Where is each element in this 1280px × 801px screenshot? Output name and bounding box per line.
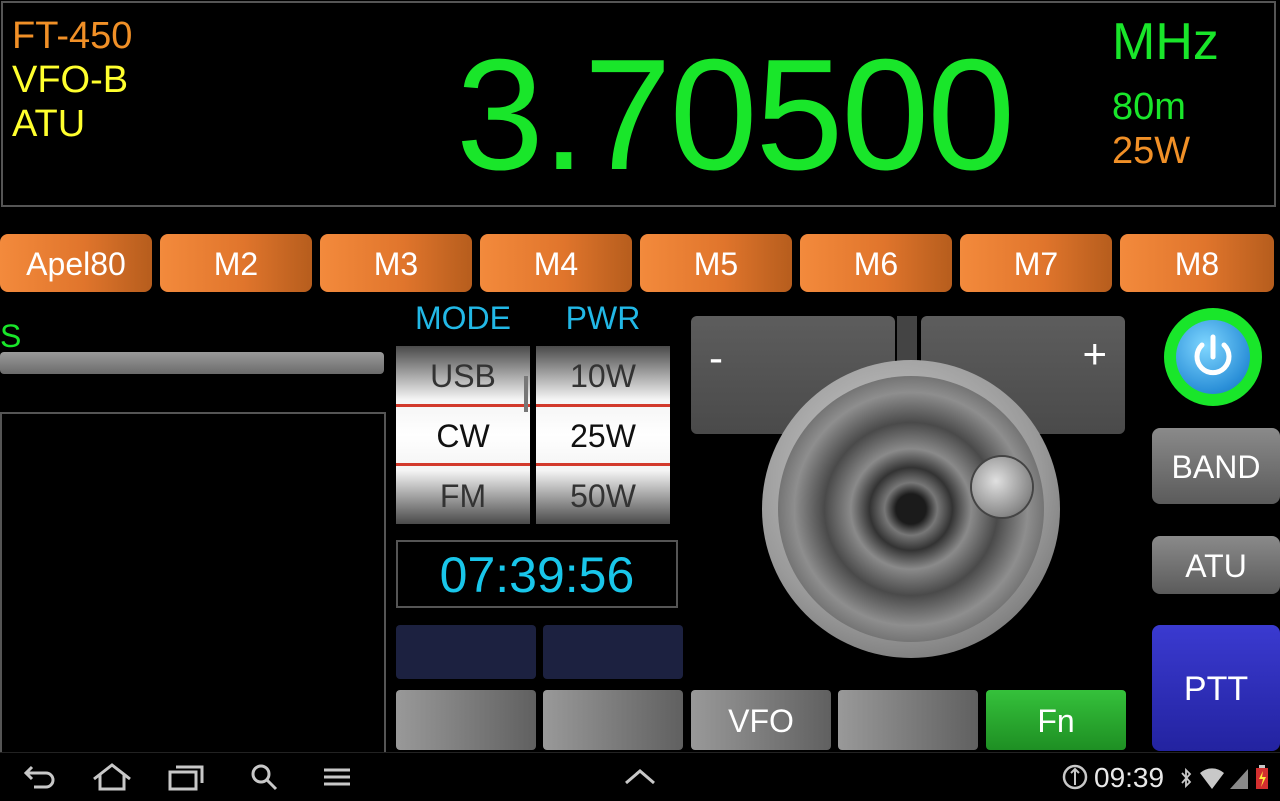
mode-header: MODE (415, 300, 511, 336)
back-icon[interactable] (22, 763, 56, 796)
knob-stem (897, 316, 917, 362)
system-navigation-bar: 09:39 (0, 752, 1280, 801)
s-meter-label: S (0, 318, 22, 354)
band-button[interactable]: BAND (1152, 428, 1280, 504)
memory-button-3[interactable]: M3 (320, 234, 472, 292)
pwr-option-10w[interactable]: 10W (536, 358, 670, 395)
blank-slot-1[interactable] (396, 625, 536, 679)
battery-icon (1254, 763, 1270, 796)
memory-button-5[interactable]: M5 (640, 234, 792, 292)
frequency-readout: 3.70500 (456, 27, 1015, 203)
clock-display: 07:39:56 (396, 540, 678, 608)
blank-slot-2[interactable] (543, 625, 683, 679)
wifi-icon (1198, 763, 1226, 796)
signal-icon (1228, 763, 1250, 796)
picker-divider (536, 463, 670, 466)
picker-divider (536, 404, 670, 407)
memory-button-4[interactable]: M4 (480, 234, 632, 292)
pwr-option-50w[interactable]: 50W (536, 478, 670, 515)
picker-divider (396, 463, 530, 466)
atu-button[interactable]: ATU (1152, 536, 1280, 594)
s-meter-bar (0, 352, 384, 374)
bluetooth-icon (1180, 767, 1192, 797)
power-indicator: 25W (1112, 130, 1191, 172)
ptt-button[interactable]: PTT (1152, 625, 1280, 751)
band-indicator: 80m (1112, 86, 1186, 128)
atu-indicator: ATU (12, 103, 86, 145)
power-icon (1176, 320, 1250, 394)
memory-button-7[interactable]: M7 (960, 234, 1112, 292)
pwr-picker[interactable]: 10W 25W 50W (536, 346, 670, 524)
tuning-knob-dimple[interactable] (972, 457, 1032, 517)
search-icon[interactable] (250, 763, 278, 796)
home-icon[interactable] (92, 763, 132, 796)
vfo-indicator: VFO-B (12, 59, 129, 101)
mode-option-usb[interactable]: USB (396, 358, 530, 395)
tuning-knob[interactable] (762, 360, 1060, 658)
mode-option-fm[interactable]: FM (396, 478, 530, 515)
memory-button-2[interactable]: M2 (160, 234, 312, 292)
radio-model: FT-450 (12, 15, 133, 57)
recent-apps-icon[interactable] (168, 763, 206, 796)
memory-button-1[interactable]: Apel80 (0, 234, 152, 292)
frequency-unit: MHz (1112, 13, 1219, 71)
menu-icon[interactable] (322, 763, 352, 796)
blank-button-3[interactable] (838, 690, 978, 750)
blank-button-1[interactable] (396, 690, 536, 750)
plus-label: + (1082, 330, 1107, 377)
data-sync-icon (1062, 763, 1088, 796)
spectrum-area (0, 412, 386, 754)
mode-option-cw[interactable]: CW (396, 418, 530, 455)
vfo-button[interactable]: VFO (691, 690, 831, 750)
mode-picker[interactable]: USB CW FM (396, 346, 530, 524)
chevron-up-icon[interactable] (624, 763, 656, 796)
memory-button-6[interactable]: M6 (800, 234, 952, 292)
fn-button[interactable]: Fn (986, 690, 1126, 750)
picker-divider (396, 404, 530, 407)
picker-scroll-indicator (524, 376, 528, 412)
pwr-header: PWR (565, 300, 641, 336)
power-button[interactable] (1164, 308, 1262, 406)
pwr-option-25w[interactable]: 25W (536, 418, 670, 455)
blank-button-2[interactable] (543, 690, 683, 750)
memory-button-8[interactable]: M8 (1120, 234, 1274, 292)
system-clock: 09:39 (1094, 762, 1165, 793)
minus-label: - (709, 334, 723, 381)
